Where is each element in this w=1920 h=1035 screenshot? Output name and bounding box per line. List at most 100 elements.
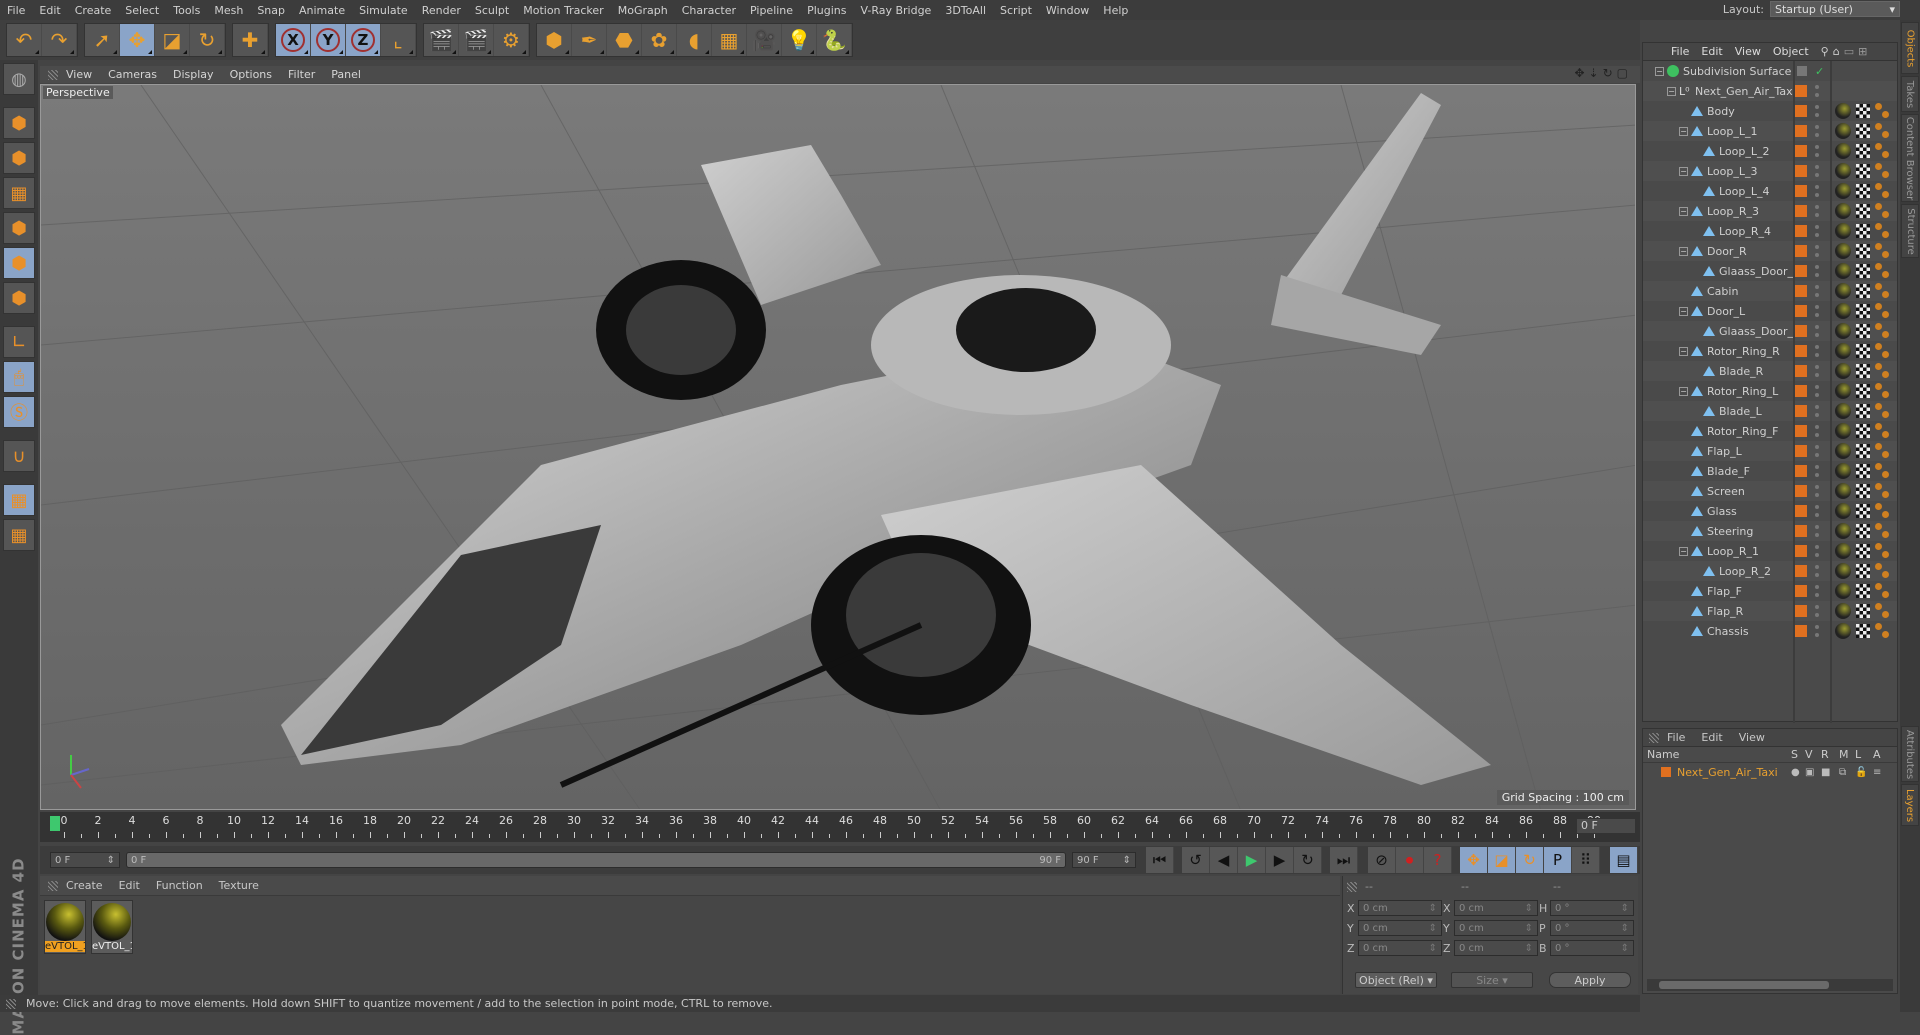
selection-tag-icon[interactable] xyxy=(1875,483,1891,499)
expand-toggle-icon[interactable]: − xyxy=(1679,546,1688,556)
object-menu-object[interactable]: Object xyxy=(1767,45,1815,58)
material-tag-icon[interactable] xyxy=(1835,343,1851,359)
object-row[interactable]: Flap_R xyxy=(1643,601,1897,621)
polygons-mode-button[interactable]: ⬢ xyxy=(3,282,35,314)
object-row[interactable]: Body xyxy=(1643,101,1897,121)
object-row[interactable]: − Rotor_Ring_R xyxy=(1643,341,1897,361)
uvw-tag-icon[interactable] xyxy=(1856,344,1870,358)
y-axis-lock-button[interactable]: Y xyxy=(311,24,346,56)
visibility-dots-icon[interactable] xyxy=(1815,185,1819,197)
viewport-menu-panel[interactable]: Panel xyxy=(323,68,369,81)
object-row[interactable]: Cabin xyxy=(1643,281,1897,301)
material-tag-icon[interactable] xyxy=(1835,183,1851,199)
coord-input[interactable]: 0 ° ⇕ xyxy=(1550,920,1634,936)
menu-pipeline[interactable]: Pipeline xyxy=(743,4,800,17)
editor-visibility-icon[interactable] xyxy=(1797,66,1807,76)
object-row[interactable]: Loop_L_4 xyxy=(1643,181,1897,201)
manager-toggle-icon[interactable]: ⧉ xyxy=(1839,767,1846,778)
layer-color-icon[interactable] xyxy=(1795,165,1807,177)
scrollbar-thumb[interactable] xyxy=(1659,981,1829,989)
solo-toggle-icon[interactable]: ● xyxy=(1791,767,1800,778)
material-tag-icon[interactable] xyxy=(1835,243,1851,259)
menu-create[interactable]: Create xyxy=(68,4,119,17)
object-row[interactable]: Glaass_Door_L xyxy=(1643,321,1897,341)
material-tag-icon[interactable] xyxy=(1835,523,1851,539)
layer-color-icon[interactable] xyxy=(1795,465,1807,477)
uvw-tag-icon[interactable] xyxy=(1856,104,1870,118)
texture-mode-button[interactable]: ⬢ xyxy=(3,142,35,174)
menu-character[interactable]: Character xyxy=(675,4,743,17)
selection-tag-icon[interactable] xyxy=(1875,583,1891,599)
expand-toggle-icon[interactable]: − xyxy=(1679,126,1688,136)
scale-button[interactable]: ◪ xyxy=(155,24,190,56)
layer-color-icon[interactable] xyxy=(1795,365,1807,377)
object-row[interactable]: Chassis xyxy=(1643,621,1897,641)
new-panel-icon[interactable]: ⊞ xyxy=(1858,45,1867,58)
selection-tag-icon[interactable] xyxy=(1875,623,1891,639)
panel-grip-icon[interactable] xyxy=(1347,882,1357,892)
uvw-tag-icon[interactable] xyxy=(1856,184,1870,198)
object-row[interactable]: − Door_R xyxy=(1643,241,1897,261)
uvw-tag-icon[interactable] xyxy=(1856,564,1870,578)
tab-takes[interactable]: Takes xyxy=(1901,76,1919,112)
coordinate-system-button[interactable]: ⌞ xyxy=(381,24,416,56)
coord-input[interactable]: 0 ° ⇕ xyxy=(1550,940,1634,956)
material-tag-icon[interactable] xyxy=(1835,383,1851,399)
viewport-camera-label[interactable]: Perspective xyxy=(43,86,113,99)
layer-color-icon[interactable] xyxy=(1795,485,1807,497)
coord-input[interactable]: 0 cm ⇕ xyxy=(1358,920,1442,936)
selection-tag-icon[interactable] xyxy=(1875,143,1891,159)
layer-color-icon[interactable] xyxy=(1795,605,1807,617)
material-tag-icon[interactable] xyxy=(1835,443,1851,459)
camera-button[interactable]: 🎥 xyxy=(747,24,782,56)
visibility-dots-icon[interactable] xyxy=(1815,505,1819,517)
object-row[interactable]: − Loop_R_3 xyxy=(1643,201,1897,221)
redo-button[interactable]: ↷ xyxy=(42,24,77,56)
layer-menu-edit[interactable]: Edit xyxy=(1693,731,1730,744)
expand-toggle-icon[interactable]: − xyxy=(1679,346,1688,356)
rotate-view-icon[interactable]: ↻ xyxy=(1603,66,1613,80)
object-row[interactable]: Steering xyxy=(1643,521,1897,541)
layer-color-icon[interactable] xyxy=(1795,425,1807,437)
move-view-icon[interactable]: ✥ xyxy=(1574,66,1584,80)
tab-structure[interactable]: Structure xyxy=(1901,204,1919,258)
visibility-dots-icon[interactable] xyxy=(1815,605,1819,617)
lock-toggle-icon[interactable]: 🔓 xyxy=(1855,767,1867,778)
material-tag-icon[interactable] xyxy=(1835,583,1851,599)
menu-v-ray-bridge[interactable]: V-Ray Bridge xyxy=(853,4,938,17)
visibility-dots-icon[interactable] xyxy=(1815,405,1819,417)
object-row[interactable]: Glaass_Door_R xyxy=(1643,261,1897,281)
selection-tag-icon[interactable] xyxy=(1875,363,1891,379)
selection-tag-icon[interactable] xyxy=(1875,303,1891,319)
expand-toggle-icon[interactable]: − xyxy=(1679,166,1688,176)
tab-layers[interactable]: Layers xyxy=(1901,784,1919,826)
visibility-dots-icon[interactable] xyxy=(1815,225,1819,237)
visibility-dots-icon[interactable] xyxy=(1815,525,1819,537)
rotate-button[interactable]: ↻ xyxy=(190,24,225,56)
selection-tag-icon[interactable] xyxy=(1875,203,1891,219)
pen-button[interactable]: ✒ xyxy=(572,24,607,56)
layer-menu-file[interactable]: File xyxy=(1659,731,1693,744)
tab-attributes[interactable]: Attributes xyxy=(1901,726,1919,782)
menu-select[interactable]: Select xyxy=(118,4,166,17)
view-toggle-icon[interactable]: ▣ xyxy=(1805,767,1814,778)
layer-row[interactable]: Next_Gen_Air_Taxi ● ▣ ■ ⧉ 🔓 ≡ xyxy=(1643,763,1897,781)
object-menu-edit[interactable]: Edit xyxy=(1695,45,1728,58)
render-picture-viewer-button[interactable]: 🎬 xyxy=(459,24,494,56)
subdiv-enabled-icon[interactable]: ✓ xyxy=(1815,65,1824,78)
uvw-tag-icon[interactable] xyxy=(1856,544,1870,558)
selection-tag-icon[interactable] xyxy=(1875,543,1891,559)
layer-color-icon[interactable] xyxy=(1795,145,1807,157)
material-menu-function[interactable]: Function xyxy=(148,879,211,892)
menu-mograph[interactable]: MoGraph xyxy=(611,4,675,17)
minimize-icon[interactable]: ▭ xyxy=(1844,45,1854,58)
visibility-dots-icon[interactable] xyxy=(1815,105,1819,117)
layer-color-icon[interactable] xyxy=(1795,345,1807,357)
selection-tag-icon[interactable] xyxy=(1875,423,1891,439)
visibility-dots-icon[interactable] xyxy=(1815,445,1819,457)
expand-toggle-icon[interactable]: − xyxy=(1679,246,1688,256)
move-button[interactable]: ✥ xyxy=(120,24,155,56)
floor-button[interactable]: ▦ xyxy=(712,24,747,56)
uvw-tag-icon[interactable] xyxy=(1856,124,1870,138)
uvw-tag-icon[interactable] xyxy=(1856,424,1870,438)
